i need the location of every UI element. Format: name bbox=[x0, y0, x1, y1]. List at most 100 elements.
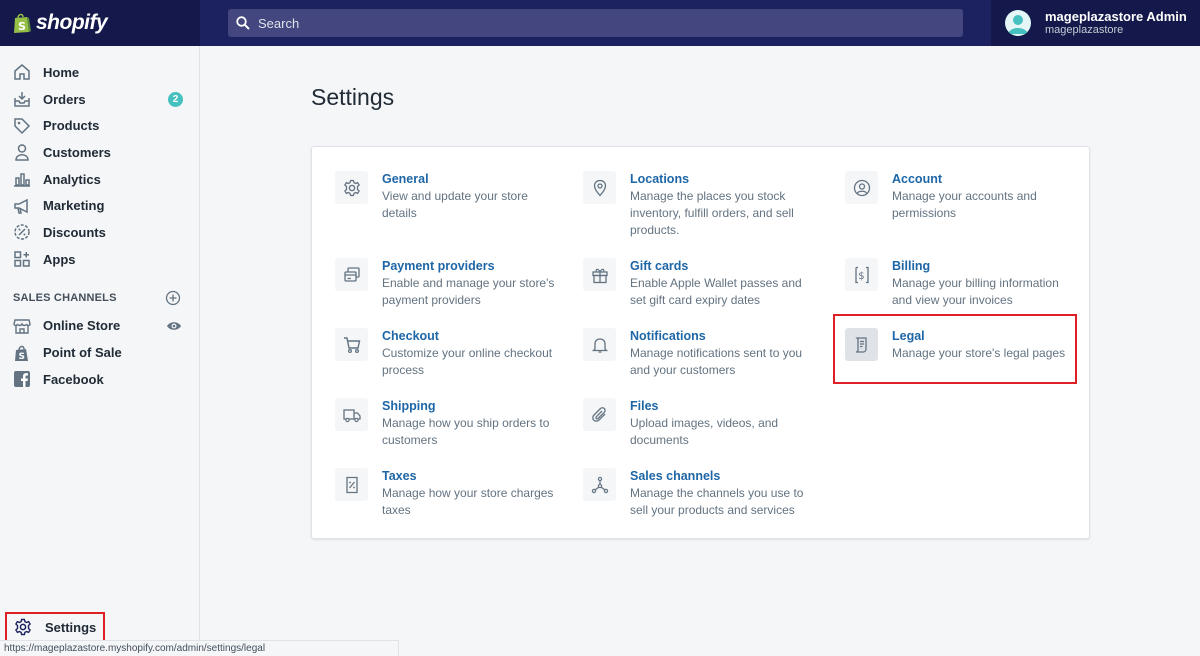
sidebar-item-online-store[interactable]: Online Store bbox=[0, 313, 199, 340]
sidebar: Home Orders 2 Products Customers Analyti… bbox=[0, 46, 200, 656]
network-icon bbox=[583, 468, 616, 501]
sidebar-item-label: Apps bbox=[43, 251, 76, 267]
legal-highlight-box bbox=[833, 314, 1077, 384]
search-area bbox=[200, 0, 991, 46]
orders-count-badge: 2 bbox=[168, 91, 183, 107]
add-channel-icon[interactable] bbox=[165, 290, 181, 306]
user-menu[interactable]: mageplazastore Admin mageplazastore bbox=[991, 0, 1200, 46]
setting-title[interactable]: Files bbox=[630, 398, 813, 415]
facebook-icon bbox=[13, 370, 31, 388]
sidebar-item-discounts[interactable]: Discounts bbox=[0, 219, 199, 246]
setting-title[interactable]: General bbox=[382, 171, 565, 188]
setting-description: Manage how your store charges taxes bbox=[382, 486, 554, 517]
setting-sales-channels[interactable]: Sales channels Manage the channels you u… bbox=[583, 468, 813, 519]
setting-locations[interactable]: Locations Manage the places you stock in… bbox=[583, 171, 813, 239]
setting-files[interactable]: Files Upload images, videos, and documen… bbox=[583, 398, 813, 449]
sales-channels-heading-label: SALES CHANNELS bbox=[13, 291, 117, 304]
user-info: mageplazastore Admin mageplazastore bbox=[1045, 8, 1187, 37]
sidebar-item-facebook[interactable]: Facebook bbox=[0, 366, 199, 393]
setting-description: Manage the channels you use to sell your… bbox=[630, 486, 804, 517]
setting-title[interactable]: Gift cards bbox=[630, 258, 813, 275]
setting-notifications[interactable]: Notifications Manage notifications sent … bbox=[583, 328, 813, 379]
sidebar-item-label: Home bbox=[43, 64, 80, 80]
sidebar-item-label: Discounts bbox=[43, 224, 106, 240]
sidebar-item-label: Point of Sale bbox=[43, 345, 122, 361]
sidebar-item-analytics[interactable]: Analytics bbox=[0, 166, 199, 193]
setting-title[interactable]: Payment providers bbox=[382, 258, 565, 275]
sales-channels-heading: SALES CHANNELS bbox=[0, 283, 199, 313]
settings-card: General View and update your store detai… bbox=[311, 146, 1090, 539]
tag-icon bbox=[13, 117, 31, 135]
user-name: mageplazastore Admin bbox=[1045, 8, 1187, 24]
sidebar-item-label: Products bbox=[43, 118, 100, 134]
svg-text:S: S bbox=[19, 352, 25, 362]
sidebar-item-label: Online Store bbox=[43, 318, 121, 334]
apps-icon bbox=[13, 250, 31, 268]
eye-icon[interactable] bbox=[166, 318, 182, 334]
setting-title[interactable]: Notifications bbox=[630, 328, 813, 345]
account-icon bbox=[845, 171, 878, 204]
search-bar[interactable] bbox=[228, 9, 963, 37]
search-icon bbox=[236, 16, 250, 30]
setting-title[interactable]: Account bbox=[892, 171, 1075, 188]
gift-icon bbox=[583, 258, 616, 291]
setting-title[interactable]: Locations bbox=[630, 171, 813, 188]
setting-shipping[interactable]: Shipping Manage how you ship orders to c… bbox=[335, 398, 565, 449]
sidebar-item-point-of-sale[interactable]: S Point of Sale bbox=[0, 339, 199, 366]
shopify-logo[interactable]: S shopify bbox=[0, 0, 200, 46]
setting-description: Manage notifications sent to you and you… bbox=[630, 346, 803, 377]
sidebar-item-label: Analytics bbox=[43, 171, 101, 187]
sidebar-item-home[interactable]: Home bbox=[0, 59, 199, 86]
sidebar-item-label: Settings bbox=[45, 619, 97, 635]
store-icon bbox=[13, 317, 31, 335]
shopping-bag-icon: S bbox=[13, 344, 31, 362]
setting-title[interactable]: Checkout bbox=[382, 328, 565, 345]
top-bar: S shopify mageplazastore Admin mageplaza… bbox=[0, 0, 1200, 46]
home-icon bbox=[13, 63, 31, 81]
search-input[interactable] bbox=[258, 15, 908, 31]
payment-icon bbox=[335, 258, 368, 291]
sidebar-item-label: Orders bbox=[43, 91, 86, 107]
page-title: Settings bbox=[311, 84, 395, 110]
setting-account[interactable]: Account Manage your accounts and permiss… bbox=[845, 171, 1075, 222]
sidebar-item-settings[interactable]: Settings bbox=[5, 612, 105, 642]
sidebar-item-label: Marketing bbox=[43, 198, 105, 214]
setting-description: Manage how you ship orders to customers bbox=[382, 416, 550, 447]
setting-title[interactable]: Shipping bbox=[382, 398, 565, 415]
cart-icon bbox=[335, 328, 368, 361]
sidebar-item-label: Customers bbox=[43, 144, 111, 160]
setting-checkout[interactable]: Checkout Customize your online checkout … bbox=[335, 328, 565, 379]
sidebar-item-products[interactable]: Products bbox=[0, 112, 199, 139]
setting-description: Enable and manage your store's payment p… bbox=[382, 276, 555, 307]
orders-icon bbox=[13, 90, 31, 108]
setting-gift-cards[interactable]: Gift cards Enable Apple Wallet passes an… bbox=[583, 258, 813, 309]
gear-icon bbox=[335, 171, 368, 204]
setting-title[interactable]: Sales channels bbox=[630, 468, 813, 485]
receipt-icon bbox=[335, 468, 368, 501]
sidebar-item-customers[interactable]: Customers bbox=[0, 139, 199, 166]
bell-icon bbox=[583, 328, 616, 361]
discount-icon bbox=[13, 223, 31, 241]
paperclip-icon bbox=[583, 398, 616, 431]
sidebar-item-apps[interactable]: Apps bbox=[0, 246, 199, 273]
shopify-bag-icon: S bbox=[14, 13, 31, 33]
gear-icon bbox=[14, 618, 32, 636]
setting-taxes[interactable]: Taxes Manage how your store charges taxe… bbox=[335, 468, 565, 519]
truck-icon bbox=[335, 398, 368, 431]
setting-description: Enable Apple Wallet passes and set gift … bbox=[630, 276, 802, 307]
brand-name: shopify bbox=[36, 11, 108, 34]
svg-text:S: S bbox=[18, 20, 26, 33]
sidebar-item-marketing[interactable]: Marketing bbox=[0, 192, 199, 219]
location-pin-icon bbox=[583, 171, 616, 204]
setting-payment-providers[interactable]: Payment providers Enable and manage your… bbox=[335, 258, 565, 309]
setting-billing[interactable]: $ Billing Manage your billing informatio… bbox=[845, 258, 1075, 309]
setting-description: Upload images, videos, and documents bbox=[630, 416, 779, 447]
setting-general[interactable]: General View and update your store detai… bbox=[335, 171, 565, 222]
sidebar-item-orders[interactable]: Orders 2 bbox=[0, 86, 199, 113]
setting-title[interactable]: Billing bbox=[892, 258, 1075, 275]
setting-description: View and update your store details bbox=[382, 189, 528, 220]
user-store: mageplazastore bbox=[1045, 23, 1124, 36]
setting-title[interactable]: Taxes bbox=[382, 468, 565, 485]
person-icon bbox=[13, 143, 31, 162]
svg-text:$: $ bbox=[858, 271, 864, 282]
